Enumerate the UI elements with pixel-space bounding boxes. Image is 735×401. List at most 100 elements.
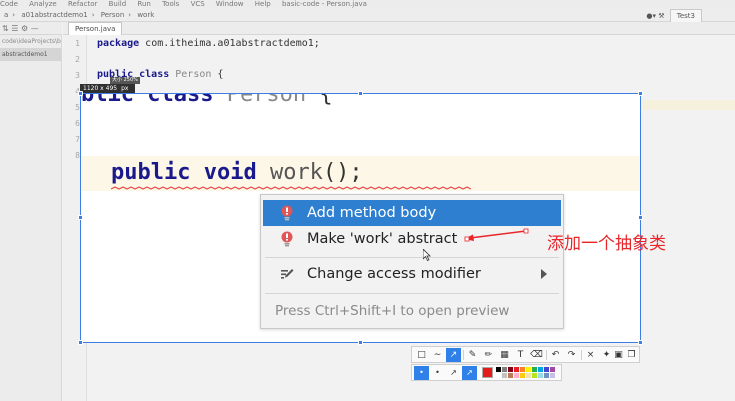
color-swatch[interactable]	[526, 367, 531, 372]
preview-hint: Press Ctrl+Shift+I to open preview	[275, 303, 510, 319]
color-swatch[interactable]	[526, 373, 531, 378]
project-item-abstractdemo1[interactable]: abstractdemo1	[0, 48, 61, 61]
marker-icon[interactable]: ✏	[481, 348, 496, 362]
action-add-method-body[interactable]: Add method body	[263, 200, 561, 226]
project-toolbar: ⇅ ☰ ⚙ —	[0, 22, 62, 35]
menu-bar: Code Analyze Refactor Build Run Tools VC…	[0, 0, 735, 8]
snip-palette: • • ↗ ↗	[411, 364, 562, 381]
zoom-badge: 大小 250%	[110, 77, 140, 84]
text-icon[interactable]: T	[513, 348, 528, 362]
collapse-icon[interactable]: ⇅	[2, 24, 9, 33]
snip-toolbar: □ ∼ ↗ ✎ ✏ ▦ T ⌫ ↶ ↷ × ✦ ▣ ❐	[411, 346, 640, 363]
action-label: Add method body	[307, 205, 437, 221]
color-swatch[interactable]	[520, 367, 525, 372]
minimize-icon[interactable]: —	[31, 24, 39, 33]
color-swatch[interactable]	[538, 367, 543, 372]
medium-brush-icon[interactable]: •	[430, 366, 445, 380]
redo-icon[interactable]: ↷	[564, 348, 579, 362]
resize-handle[interactable]	[358, 340, 363, 345]
list-icon[interactable]: ☰	[11, 24, 18, 33]
breadcrumb: a › a01abstractdemo1 › Person › work	[0, 8, 735, 22]
arrow-style-icon[interactable]: ↗	[446, 366, 461, 380]
menu-help[interactable]: Help	[255, 0, 271, 8]
color-swatch[interactable]	[550, 373, 555, 378]
color-swatch[interactable]	[508, 367, 513, 372]
menu-run[interactable]: Run	[137, 0, 150, 8]
undo-icon[interactable]: ↶	[548, 348, 563, 362]
error-bulb-icon	[281, 205, 293, 221]
resize-handle[interactable]	[358, 91, 363, 96]
code-editor[interactable]: package com.itheima.a01abstractdemo1; pu…	[97, 35, 717, 95]
menu-window[interactable]: Window	[216, 0, 244, 8]
resize-handle[interactable]	[78, 91, 83, 96]
color-swatch[interactable]	[508, 373, 513, 378]
eraser-icon[interactable]: ⌫	[529, 348, 544, 362]
breadcrumb-method[interactable]: work	[137, 11, 154, 19]
pencil-icon[interactable]: ✎	[465, 348, 480, 362]
menu-tools[interactable]: Tools	[162, 0, 179, 8]
settings-icon[interactable]: ⚙	[21, 24, 28, 33]
capture-unit: px	[121, 85, 129, 92]
current-color-swatch[interactable]	[482, 367, 493, 378]
menu-analyze[interactable]: Analyze	[29, 0, 57, 8]
toolbar-divider	[463, 350, 464, 360]
hammer-icon[interactable]: ⚒	[658, 12, 664, 20]
menu-vcs[interactable]: VCS	[191, 0, 205, 8]
arrow-style-active-icon[interactable]: ↗	[462, 366, 477, 380]
color-swatch[interactable]	[502, 367, 507, 372]
resize-handle[interactable]	[78, 215, 83, 220]
close-icon[interactable]: ×	[583, 348, 598, 362]
color-swatch[interactable]	[514, 373, 519, 378]
action-label: Make 'work' abstract	[307, 231, 458, 247]
menu-refactor[interactable]: Refactor	[68, 0, 97, 8]
color-swatch[interactable]	[520, 373, 525, 378]
color-swatch[interactable]	[496, 367, 501, 372]
copy-icon[interactable]: ❐	[624, 348, 639, 362]
line-icon[interactable]: ∼	[430, 348, 445, 362]
color-swatch[interactable]	[538, 373, 543, 378]
color-swatch[interactable]	[514, 367, 519, 372]
menu-code[interactable]: Code	[0, 0, 18, 8]
run-toolbar: ●▾ ⚒ Test3	[646, 9, 705, 23]
submenu-arrow-icon	[541, 269, 547, 279]
action-change-access-modifier[interactable]: Change access modifier	[263, 261, 561, 287]
run-config-select[interactable]: Test3	[669, 9, 702, 23]
annotation-arrow[interactable]	[460, 227, 532, 243]
color-swatch[interactable]	[532, 373, 537, 378]
capture-size: 1120 x 495	[83, 85, 118, 92]
toolbar-divider	[546, 350, 547, 360]
arrow-icon[interactable]: ↗	[446, 348, 461, 362]
project-panel: code\ideaProjects\ba abstractdemo1	[0, 35, 62, 401]
tab-person-java[interactable]: Person.java	[68, 22, 123, 35]
zoomed-method-line: public void work();	[111, 160, 363, 185]
error-bulb-icon	[281, 231, 293, 247]
resize-handle[interactable]	[638, 215, 643, 220]
color-swatch[interactable]	[544, 373, 549, 378]
rectangle-select-icon[interactable]: □	[414, 348, 429, 362]
color-swatch[interactable]	[544, 367, 549, 372]
window-title: basic-code - Person.java	[281, 0, 367, 8]
toolbar-divider	[581, 350, 582, 360]
small-brush-icon[interactable]: •	[414, 366, 429, 380]
intention-actions-popup: Add method body Make 'work' abstract Cha…	[260, 194, 564, 329]
capture-region[interactable]: blic class Person { public void work(); …	[80, 93, 641, 343]
menu-divider	[265, 257, 559, 258]
color-swatch[interactable]	[496, 373, 501, 378]
resize-handle[interactable]	[78, 340, 83, 345]
color-swatch[interactable]	[532, 367, 537, 372]
breadcrumb-class[interactable]: Person	[101, 11, 125, 19]
mosaic-icon[interactable]: ▦	[497, 348, 512, 362]
color-swatch[interactable]	[550, 367, 555, 372]
resize-handle[interactable]	[638, 91, 643, 96]
resize-handle[interactable]	[638, 340, 643, 345]
user-icon[interactable]: ●▾	[646, 12, 656, 20]
color-swatch[interactable]	[502, 373, 507, 378]
error-squiggle	[111, 186, 471, 190]
line-number: 1	[75, 39, 80, 48]
project-path[interactable]: code\ideaProjects\ba	[0, 35, 61, 48]
annotation-text[interactable]: 添加一个抽象类	[547, 229, 666, 254]
breadcrumb-module[interactable]: a	[4, 11, 8, 19]
code-line-package: package com.itheima.a01abstractdemo1;	[97, 38, 320, 49]
menu-build[interactable]: Build	[109, 0, 127, 8]
breadcrumb-package[interactable]: a01abstractdemo1	[21, 11, 87, 19]
